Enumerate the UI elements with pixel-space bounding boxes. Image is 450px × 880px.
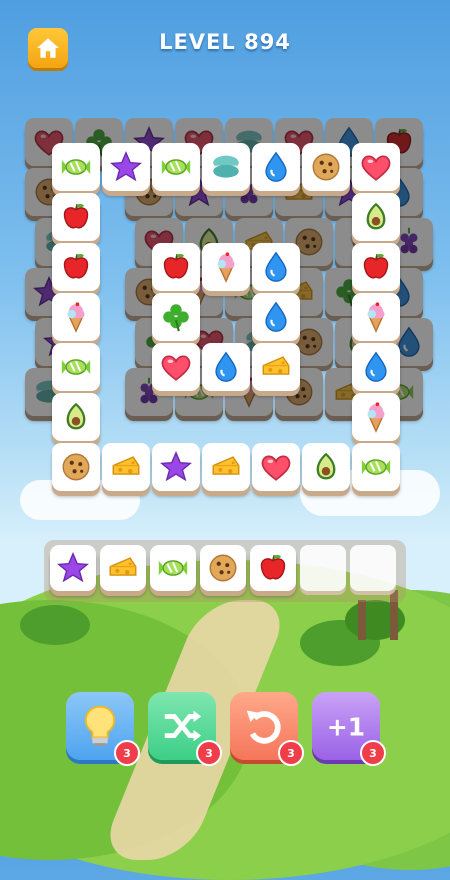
candy-icon — [158, 560, 188, 576]
tray-empty-slot — [350, 545, 396, 591]
star-icon — [57, 552, 89, 583]
water-icon — [215, 351, 237, 382]
tile-cookie[interactable] — [52, 443, 100, 491]
candy-icon — [161, 159, 191, 175]
clover-icon — [163, 304, 189, 332]
cheese-icon — [212, 456, 240, 475]
tile-apple[interactable] — [52, 193, 100, 241]
heart-icon — [261, 455, 291, 481]
cookie-icon — [312, 153, 340, 181]
tile-cookie[interactable] — [302, 143, 350, 191]
tile-macaron[interactable] — [202, 143, 250, 191]
tile-water[interactable] — [252, 293, 300, 341]
tile-icecream[interactable] — [352, 293, 400, 341]
plus-one-label: +1 — [327, 713, 365, 742]
apple-icon — [260, 554, 286, 580]
avocado-icon — [316, 452, 336, 480]
water-icon — [365, 351, 387, 382]
tray-empty-slot — [300, 545, 346, 591]
macaron-icon — [213, 155, 239, 178]
tile-cheese[interactable] — [202, 443, 250, 491]
avocado-icon — [66, 402, 86, 430]
tile-avocado[interactable] — [302, 443, 350, 491]
plus-one-icon: +1 — [327, 713, 365, 742]
icecream-icon — [367, 302, 385, 333]
tray-tile-apple — [250, 545, 296, 591]
apple-icon — [163, 253, 189, 279]
candy-icon — [361, 459, 391, 475]
cookie-icon — [209, 554, 237, 582]
cookie-icon — [62, 453, 90, 481]
tile-candy[interactable] — [52, 343, 100, 391]
cheese-icon — [112, 456, 140, 475]
tray-tile-cheese — [100, 545, 146, 591]
undo-button[interactable]: 3 — [230, 692, 304, 766]
heart-icon — [161, 355, 191, 381]
tile-star[interactable] — [102, 143, 150, 191]
tray-tile-candy — [150, 545, 196, 591]
tile-star[interactable] — [152, 443, 200, 491]
shuffle-icon — [164, 710, 202, 742]
candy-icon — [61, 359, 91, 375]
tray-tile-star — [50, 545, 96, 591]
icecream-icon — [217, 252, 235, 283]
shuffle-button[interactable]: 3 — [148, 692, 222, 766]
candy-icon — [61, 159, 91, 175]
cheese-icon — [109, 557, 137, 576]
tile-heart[interactable] — [152, 343, 200, 391]
undo-icon — [246, 710, 281, 744]
water-icon — [265, 301, 287, 332]
icecream-icon — [367, 402, 385, 433]
tile-water[interactable] — [352, 343, 400, 391]
tile-water[interactable] — [252, 143, 300, 191]
cheese-icon — [262, 356, 290, 375]
apple-icon — [363, 253, 389, 279]
icecream-icon — [67, 302, 85, 333]
tool-count-badge: 3 — [196, 740, 222, 766]
star-icon — [110, 151, 142, 182]
tray-tile-cookie — [200, 545, 246, 591]
tile-candy[interactable] — [152, 143, 200, 191]
tile-apple[interactable] — [52, 243, 100, 291]
tile-icecream[interactable] — [202, 243, 250, 291]
hint-button[interactable]: 3 — [66, 692, 140, 766]
tile-cheese[interactable] — [252, 343, 300, 391]
tile-avocado[interactable] — [352, 193, 400, 241]
tile-heart[interactable] — [352, 143, 400, 191]
tile-avocado[interactable] — [52, 393, 100, 441]
heart-icon — [361, 155, 391, 181]
tile-icecream[interactable] — [352, 393, 400, 441]
tile-candy[interactable] — [352, 443, 400, 491]
tile-cheese[interactable] — [102, 443, 150, 491]
tile-heart[interactable] — [252, 443, 300, 491]
tile-candy[interactable] — [52, 143, 100, 191]
tile-apple[interactable] — [352, 243, 400, 291]
tool-count-badge: 3 — [114, 740, 140, 766]
tile-water[interactable] — [202, 343, 250, 391]
avocado-icon — [366, 202, 386, 230]
level-title: LEVEL 894 — [159, 30, 291, 54]
apple-icon — [63, 253, 89, 279]
star-icon — [160, 451, 192, 482]
add-slot-button[interactable]: +1 3 — [312, 692, 386, 766]
tile-water[interactable] — [252, 243, 300, 291]
tool-count-badge: 3 — [278, 740, 304, 766]
tile-icecream[interactable] — [52, 293, 100, 341]
tile-clover[interactable] — [152, 293, 200, 341]
lightbulb-icon — [84, 705, 116, 747]
water-icon — [265, 251, 287, 282]
apple-icon — [63, 203, 89, 229]
water-icon — [265, 151, 287, 182]
tile-apple[interactable] — [152, 243, 200, 291]
tool-count-badge: 3 — [360, 740, 386, 766]
